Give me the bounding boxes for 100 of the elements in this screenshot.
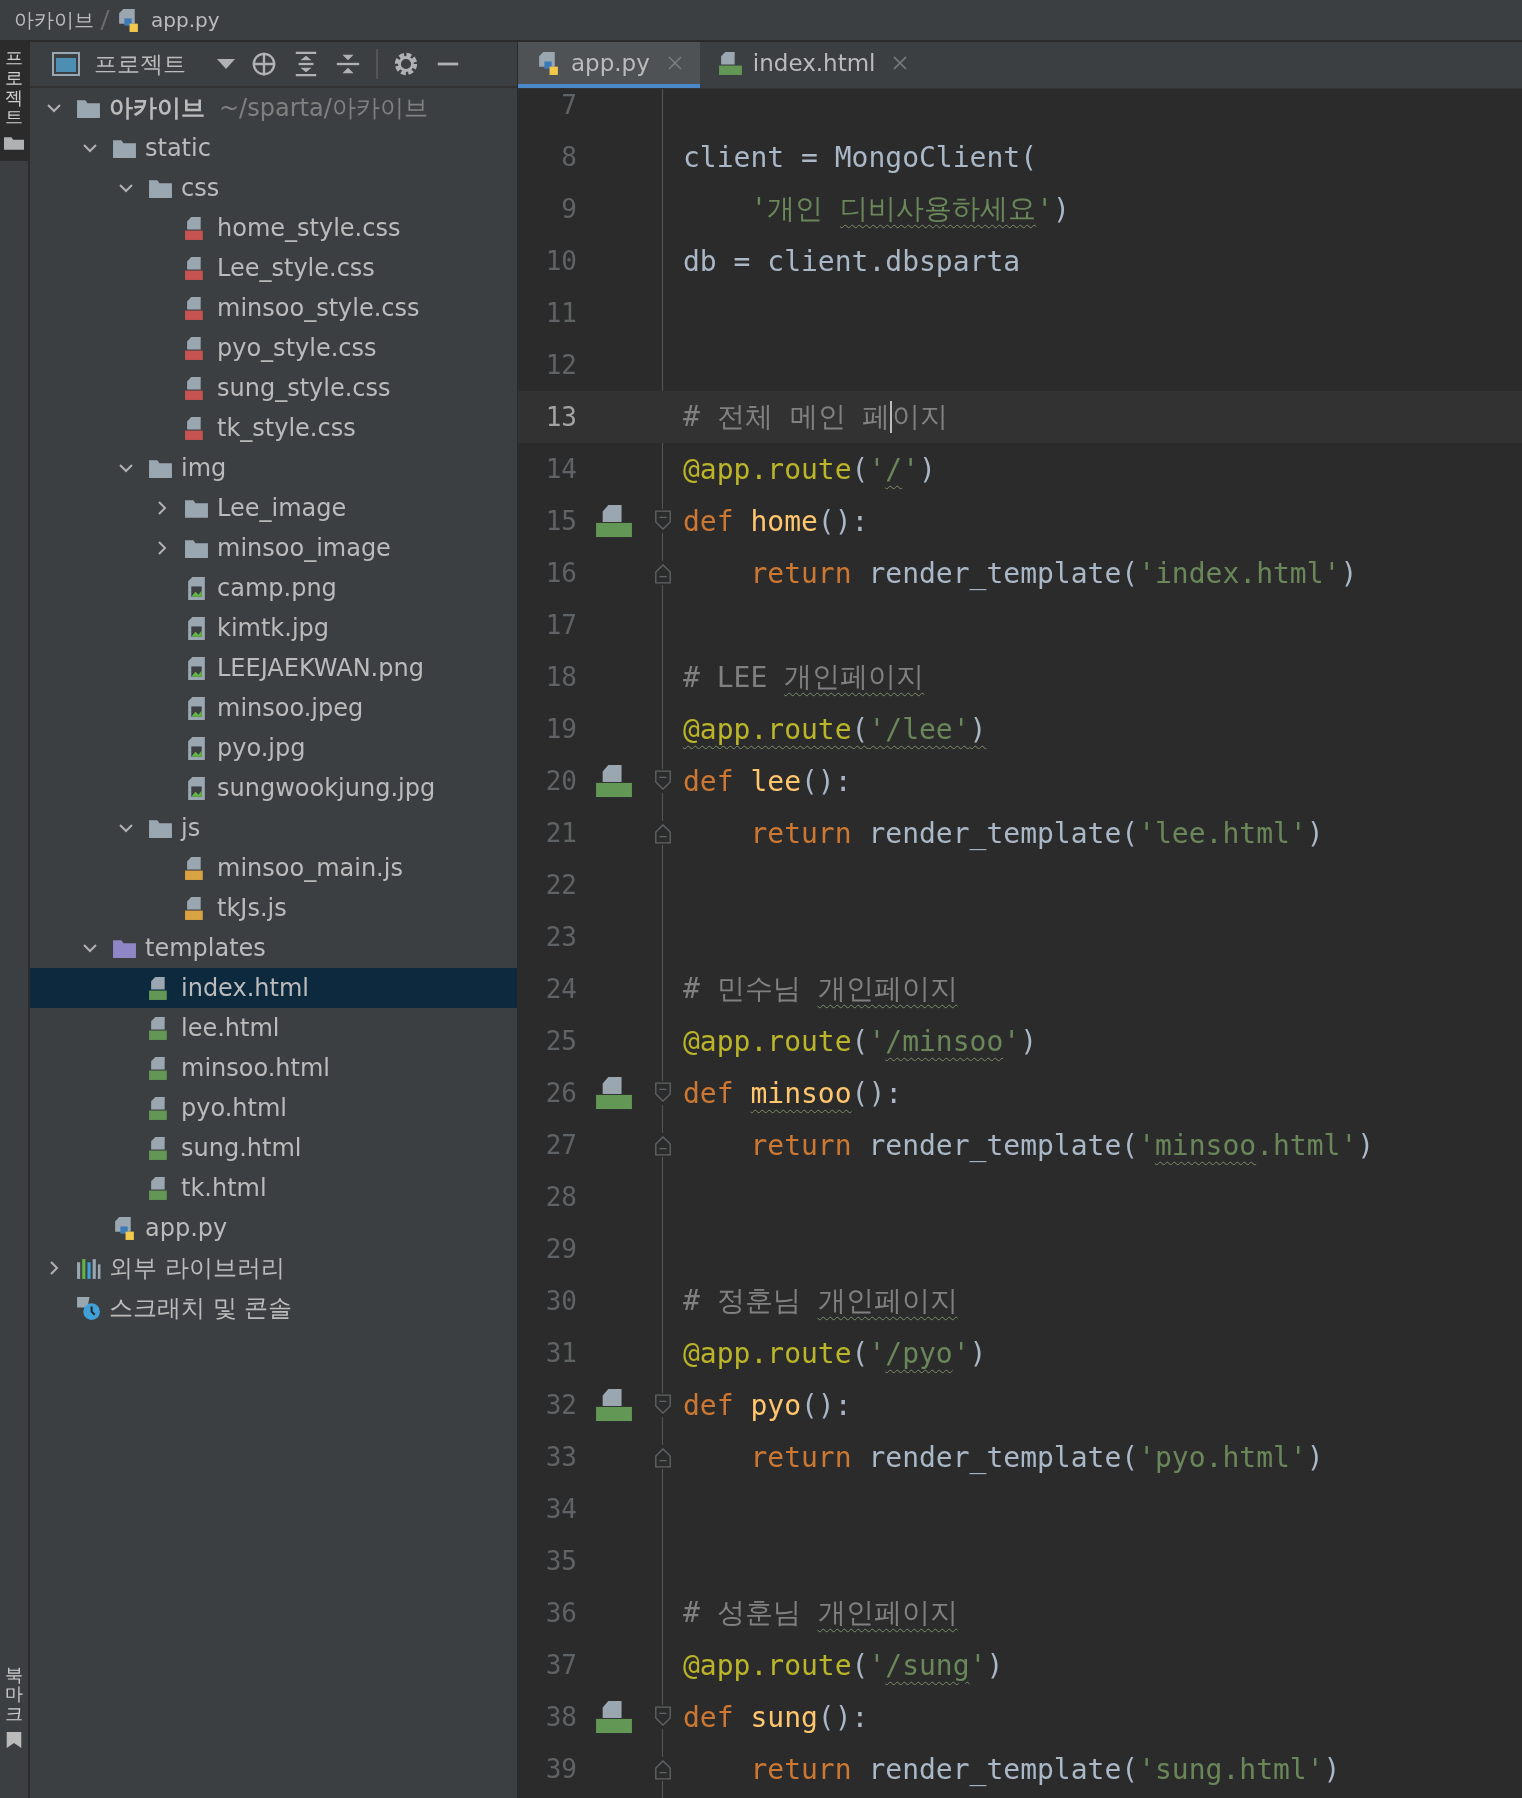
tree-label: sungwookjung.jpg — [217, 774, 436, 802]
fold-marker-icon[interactable] — [654, 561, 672, 585]
python-file-icon — [112, 1215, 137, 1241]
tree-label: minsoo_image — [217, 534, 391, 562]
tree-label: minsoo_style.css — [217, 294, 420, 322]
breadcrumb-item[interactable]: 아카이브 — [14, 6, 94, 34]
tree-label: tk_style.css — [217, 414, 356, 442]
code-line: def home(): — [682, 504, 869, 538]
tree-label: pyo.html — [181, 1094, 287, 1122]
tree-item[interactable]: tk.html — [30, 1168, 517, 1208]
tree-item[interactable]: minsoo_style.css — [30, 288, 517, 328]
tree-label: 외부 라이브러리 — [109, 1253, 285, 1284]
panel-title[interactable]: 프로젝트 — [94, 48, 186, 80]
tree-item[interactable]: static — [30, 128, 517, 168]
line-number: 33 — [544, 1442, 577, 1472]
locate-crosshair-icon[interactable] — [250, 51, 278, 77]
tree-item[interactable]: index.html — [30, 968, 517, 1008]
tree-item[interactable]: minsoo.jpeg — [30, 688, 517, 728]
tree-label: Lee_style.css — [217, 254, 375, 282]
tree-item[interactable]: tk_style.css — [30, 408, 517, 448]
breadcrumb-item[interactable]: app.py — [151, 8, 220, 32]
tree-label: img — [181, 454, 227, 482]
code-line: @app.route('/minsoo') — [682, 1024, 1038, 1058]
html-template-icon[interactable] — [595, 1388, 633, 1422]
close-icon[interactable] — [893, 56, 908, 70]
line-number: 17 — [544, 610, 577, 640]
tree-item[interactable]: kimtk.jpg — [30, 608, 517, 648]
tree-item[interactable]: 스크래치 및 콘솔 — [30, 1288, 517, 1328]
tree-item[interactable]: pyo.jpg — [30, 728, 517, 768]
tree-item[interactable]: 아카이브 ~/sparta/아카이브 — [30, 88, 517, 128]
html-template-icon[interactable] — [595, 1076, 633, 1110]
code-line: def sung(): — [682, 1700, 869, 1734]
folder-icon — [4, 135, 24, 152]
tree-item[interactable]: templates — [30, 928, 517, 968]
settings-icon[interactable] — [392, 51, 420, 77]
html-template-icon[interactable] — [595, 1700, 633, 1734]
dropdown-caret-icon[interactable] — [216, 58, 236, 70]
tree-item[interactable]: img — [30, 448, 517, 488]
tree-item[interactable]: lee.html — [30, 1008, 517, 1048]
tree-item[interactable]: home_style.css — [30, 208, 517, 248]
bookmark-icon — [4, 1732, 24, 1748]
code-line: # 성훈님 개인페이지 — [682, 1595, 958, 1631]
line-number: 35 — [544, 1546, 577, 1576]
tree-item[interactable]: css — [30, 168, 517, 208]
tree-label: css — [181, 174, 220, 202]
tree-item[interactable]: minsoo_main.js — [30, 848, 517, 888]
html-template-icon[interactable] — [595, 764, 633, 798]
line-number: 11 — [544, 298, 577, 328]
tool-window-tab[interactable]: 프로젝트 — [0, 42, 28, 162]
fold-marker-icon[interactable] — [654, 1133, 672, 1157]
line-number: 27 — [544, 1130, 577, 1160]
line-number: 14 — [544, 454, 577, 484]
python-file-icon — [536, 50, 561, 76]
line-number: 25 — [544, 1026, 577, 1056]
fold-marker-icon[interactable] — [654, 1393, 672, 1417]
tree-item[interactable]: Lee_image — [30, 488, 517, 528]
tree-label: 스크래치 및 콘솔 — [109, 1293, 293, 1324]
fold-marker-icon[interactable] — [654, 509, 672, 533]
tree-item[interactable]: Lee_style.css — [30, 248, 517, 288]
code-line: @app.route('/lee') — [682, 712, 987, 746]
tree-item[interactable]: LEEJAEKWAN.png — [30, 648, 517, 688]
fold-marker-icon[interactable] — [654, 769, 672, 793]
line-number: 7 — [560, 90, 577, 120]
editor-tab[interactable]: app.py — [518, 42, 700, 88]
editor-tab[interactable]: index.html — [699, 42, 926, 88]
tree-item[interactable]: sung.html — [30, 1128, 517, 1168]
fold-marker-icon[interactable] — [654, 821, 672, 845]
tree-item[interactable]: minsoo_image — [30, 528, 517, 568]
line-number: 18 — [544, 662, 577, 692]
tree-item[interactable]: pyo_style.css — [30, 328, 517, 368]
window-icon — [52, 51, 80, 77]
tool-window-tab[interactable]: 북마크 — [0, 1658, 28, 1758]
tree-item[interactable]: sung_style.css — [30, 368, 517, 408]
line-number: 20 — [544, 766, 577, 796]
tree-item[interactable]: minsoo.html — [30, 1048, 517, 1088]
code-line: return render_template('lee.html') — [749, 816, 1324, 850]
tree-item[interactable]: pyo.html — [30, 1088, 517, 1128]
code-line: client = MongoClient( — [682, 140, 1037, 174]
tree-item[interactable]: tkJs.js — [30, 888, 517, 928]
tree-item[interactable]: 외부 라이브러리 — [30, 1248, 517, 1288]
fold-marker-icon[interactable] — [654, 1705, 672, 1729]
fold-marker-icon[interactable] — [654, 1445, 672, 1469]
fold-marker-icon[interactable] — [654, 1081, 672, 1105]
tree-item[interactable]: js — [30, 808, 517, 848]
line-number: 32 — [544, 1390, 577, 1420]
code-line: db = client.dbsparta — [682, 244, 1021, 278]
line-number: 24 — [544, 974, 577, 1004]
line-number: 34 — [544, 1494, 577, 1524]
tree-item[interactable]: app.py — [30, 1208, 517, 1248]
tree-item[interactable]: sungwookjung.jpg — [30, 768, 517, 808]
tree-label: static — [145, 134, 211, 162]
folder-path: ~/sparta/아카이브 — [219, 93, 428, 124]
python-file-icon — [116, 7, 141, 33]
code-line: return render_template('pyo.html') — [749, 1440, 1324, 1474]
line-number: 39 — [544, 1754, 577, 1784]
line-number: 30 — [544, 1286, 577, 1316]
fold-marker-icon[interactable] — [654, 1757, 672, 1781]
tree-item[interactable]: camp.png — [30, 568, 517, 608]
tree-label: LEEJAEKWAN.png — [217, 654, 424, 682]
html-template-icon[interactable] — [595, 504, 633, 538]
